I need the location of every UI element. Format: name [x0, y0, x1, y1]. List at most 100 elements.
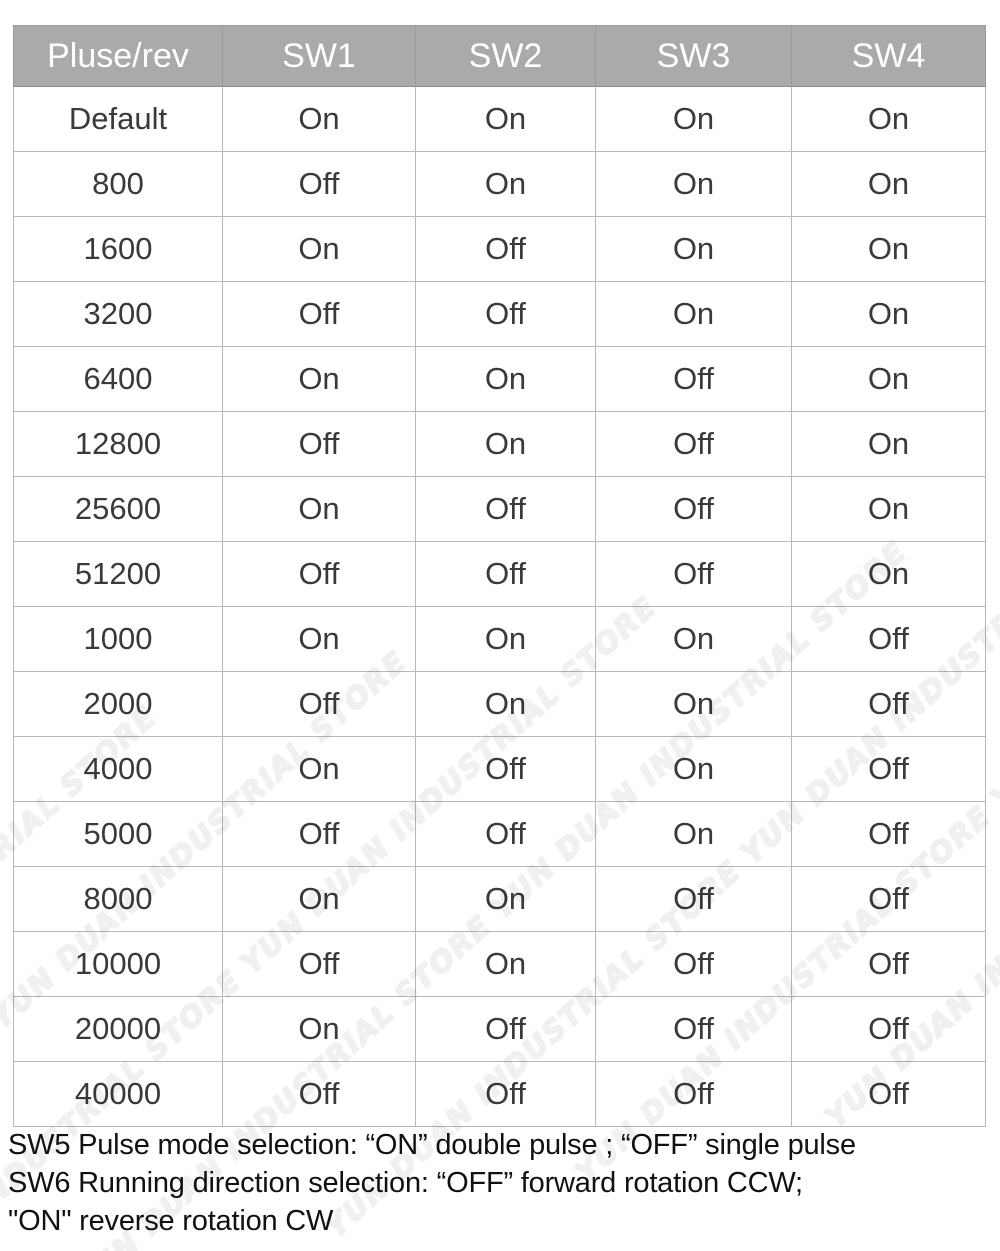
table-row: 3200 Off Off On On: [13, 281, 986, 347]
cell-sw2: Off: [415, 216, 596, 282]
table-row: 1000 On On On Off: [13, 606, 986, 672]
cell-sw2: On: [415, 151, 596, 217]
cell-sw2: On: [415, 346, 596, 412]
cell-pulse-rev: 3200: [13, 281, 223, 347]
cell-sw4: On: [791, 151, 986, 217]
note-sw6-direction-continued: "ON" reverse rotation CW: [8, 1205, 334, 1237]
cell-sw2: Off: [415, 736, 596, 802]
cell-sw1: On: [222, 346, 416, 412]
cell-sw2: Off: [415, 1061, 596, 1127]
table-row: 12800 Off On Off On: [13, 411, 986, 477]
cell-sw3: On: [595, 216, 792, 282]
cell-sw1: Off: [222, 411, 416, 477]
cell-sw3: Off: [595, 866, 792, 932]
table-row: 800 Off On On On: [13, 151, 986, 217]
note-clipped-next-line: [8, 1240, 993, 1244]
cell-pulse-rev: 5000: [13, 801, 223, 867]
cell-sw4: Off: [791, 736, 986, 802]
cell-sw3: Off: [595, 931, 792, 997]
cell-pulse-rev: Default: [13, 86, 223, 152]
cell-sw2: Off: [415, 801, 596, 867]
cell-sw1: On: [222, 606, 416, 672]
cell-pulse-rev: 1000: [13, 606, 223, 672]
cell-sw1: On: [222, 866, 416, 932]
cell-sw4: Off: [791, 671, 986, 737]
cell-sw4: Off: [791, 801, 986, 867]
cell-sw1: On: [222, 86, 416, 152]
cell-sw4: Off: [791, 606, 986, 672]
cell-sw2: On: [415, 606, 596, 672]
table-row: 6400 On On Off On: [13, 346, 986, 412]
cell-sw2: On: [415, 86, 596, 152]
table-header: Pluse/rev SW1 SW2 SW3 SW4: [13, 25, 986, 87]
cell-sw2: On: [415, 411, 596, 477]
cell-sw3: On: [595, 801, 792, 867]
cell-sw2: On: [415, 931, 596, 997]
table-row: 20000 On Off Off Off: [13, 996, 986, 1062]
cell-sw1: Off: [222, 931, 416, 997]
table-body: Default On On On On 800 Off On On On 1600 On Off On On…: [13, 86, 986, 1127]
cell-sw3: Off: [595, 1061, 792, 1127]
cell-sw3: Off: [595, 541, 792, 607]
cell-pulse-rev: 20000: [13, 996, 223, 1062]
table-row: 40000 Off Off Off Off: [13, 1061, 986, 1127]
cell-sw1: On: [222, 996, 416, 1062]
cell-pulse-rev: 8000: [13, 866, 223, 932]
cell-sw3: Off: [595, 411, 792, 477]
note-sw6-direction: SW6 Running direction selection: “OFF” f…: [8, 1167, 803, 1199]
cell-pulse-rev: 40000: [13, 1061, 223, 1127]
table-row: Default On On On On: [13, 86, 986, 152]
footer-notes: SW5 Pulse mode selection: “ON” double pu…: [8, 1126, 993, 1244]
cell-sw4: Off: [791, 996, 986, 1062]
cell-sw3: On: [595, 281, 792, 347]
cell-sw3: On: [595, 151, 792, 217]
cell-sw3: Off: [595, 476, 792, 542]
cell-sw1: On: [222, 736, 416, 802]
dip-switch-table: Pluse/rev SW1 SW2 SW3 SW4 Default On On On O…: [13, 25, 986, 1127]
table-row: 25600 On Off Off On: [13, 476, 986, 542]
column-header-sw1: SW1: [222, 25, 416, 87]
cell-pulse-rev: 10000: [13, 931, 223, 997]
cell-sw3: On: [595, 736, 792, 802]
cell-sw4: On: [791, 411, 986, 477]
cell-sw4: On: [791, 86, 986, 152]
cell-sw2: On: [415, 866, 596, 932]
cell-sw3: Off: [595, 346, 792, 412]
cell-sw2: On: [415, 671, 596, 737]
note-sw5-pulse-mode: SW5 Pulse mode selection: “ON” double pu…: [8, 1129, 856, 1161]
column-header-sw4: SW4: [791, 25, 986, 87]
cell-pulse-rev: 4000: [13, 736, 223, 802]
cell-pulse-rev: 2000: [13, 671, 223, 737]
table-row: 51200 Off Off Off On: [13, 541, 986, 607]
cell-sw1: On: [222, 476, 416, 542]
cell-sw1: Off: [222, 801, 416, 867]
table-row: 2000 Off On On Off: [13, 671, 986, 737]
table-row: 1600 On Off On On: [13, 216, 986, 282]
cell-sw3: On: [595, 606, 792, 672]
table-row: 8000 On On Off Off: [13, 866, 986, 932]
cell-sw1: Off: [222, 671, 416, 737]
cell-sw4: On: [791, 281, 986, 347]
cell-pulse-rev: 1600: [13, 216, 223, 282]
cell-sw3: On: [595, 671, 792, 737]
cell-sw1: Off: [222, 281, 416, 347]
cell-pulse-rev: 25600: [13, 476, 223, 542]
cell-sw4: On: [791, 346, 986, 412]
column-header-sw2: SW2: [415, 25, 596, 87]
cell-sw4: On: [791, 476, 986, 542]
table-header-row: Pluse/rev SW1 SW2 SW3 SW4: [13, 25, 986, 87]
table-row: 4000 On Off On Off: [13, 736, 986, 802]
cell-sw1: Off: [222, 151, 416, 217]
cell-pulse-rev: 6400: [13, 346, 223, 412]
table-row: 10000 Off On Off Off: [13, 931, 986, 997]
cell-sw3: On: [595, 86, 792, 152]
cell-sw4: Off: [791, 1061, 986, 1127]
cell-sw4: Off: [791, 931, 986, 997]
cell-sw2: Off: [415, 996, 596, 1062]
cell-pulse-rev: 12800: [13, 411, 223, 477]
table-row: 5000 Off Off On Off: [13, 801, 986, 867]
cell-sw4: On: [791, 541, 986, 607]
cell-sw4: On: [791, 216, 986, 282]
cell-sw2: Off: [415, 476, 596, 542]
cell-sw1: On: [222, 216, 416, 282]
